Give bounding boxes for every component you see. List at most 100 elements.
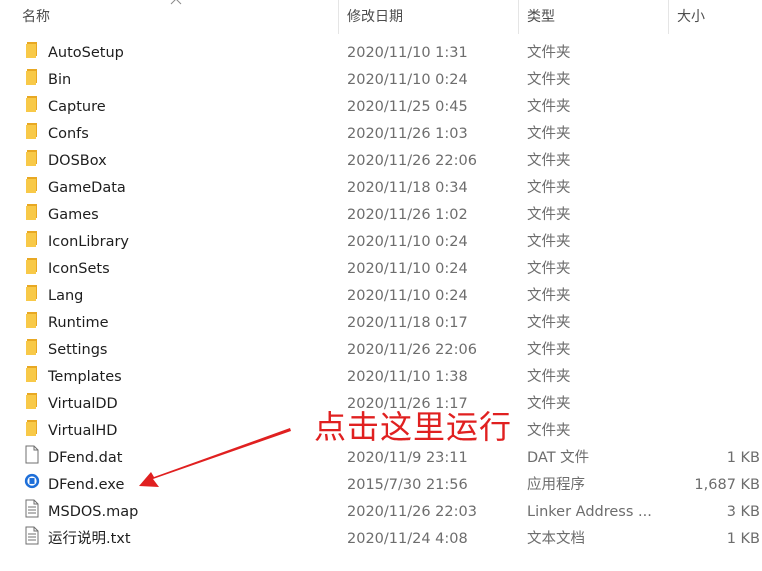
file-type: 文件夹 bbox=[527, 261, 571, 277]
file-row[interactable]: Lang 2020/11/10 0:24 文件夹 bbox=[0, 283, 762, 310]
file-type: 文件夹 bbox=[527, 396, 571, 412]
file-row[interactable]: GameData 2020/11/18 0:34 文件夹 bbox=[0, 175, 762, 202]
sort-ascending-icon bbox=[170, 0, 182, 5]
file-date: 2020/11/9 23:11 bbox=[347, 450, 468, 466]
file-row[interactable]: Templates 2020/11/10 1:38 文件夹 bbox=[0, 364, 762, 391]
file-date: 2020/11/18 0:34 bbox=[347, 180, 468, 196]
column-header-type[interactable]: 类型 bbox=[527, 0, 555, 34]
file-row[interactable]: 运行说明.txt 2020/11/24 4:08 文本文档 1 KB bbox=[0, 526, 762, 553]
file-row[interactable]: Bin 2020/11/10 0:24 文件夹 bbox=[0, 67, 762, 94]
file-row[interactable]: Games 2020/11/26 1:02 文件夹 bbox=[0, 202, 762, 229]
folder-icon bbox=[24, 121, 40, 148]
folder-icon bbox=[24, 202, 40, 229]
folder-icon bbox=[24, 40, 40, 67]
file-type: 文件夹 bbox=[527, 99, 571, 115]
file-type: 文件夹 bbox=[527, 72, 571, 88]
folder-icon bbox=[24, 148, 40, 175]
folder-icon bbox=[24, 364, 40, 391]
file-date: 2020/11/10 1:38 bbox=[347, 369, 468, 385]
file-row[interactable]: Capture 2020/11/25 0:45 文件夹 bbox=[0, 94, 762, 121]
file-type: DAT 文件 bbox=[527, 450, 590, 466]
file-name: VirtualHD bbox=[48, 423, 118, 439]
file-date: 2020/11/26 1:02 bbox=[347, 207, 468, 223]
file-name: GameData bbox=[48, 180, 126, 196]
file-row[interactable]: IconLibrary 2020/11/10 0:24 文件夹 bbox=[0, 229, 762, 256]
file-size: 1,687 KB bbox=[694, 477, 760, 493]
file-date: 2020/11/10 0:24 bbox=[347, 288, 468, 304]
file-name: DFend.exe bbox=[48, 477, 125, 493]
file-type: 文件夹 bbox=[527, 369, 571, 385]
file-type: 文件夹 bbox=[527, 288, 571, 304]
file-row[interactable]: AutoSetup 2020/11/10 1:31 文件夹 bbox=[0, 40, 762, 67]
file-date: 2020/11/26 1:03 bbox=[347, 126, 468, 142]
folder-icon bbox=[24, 67, 40, 94]
file-row[interactable]: DFend.dat 2020/11/9 23:11 DAT 文件 1 KB bbox=[0, 445, 762, 472]
column-divider[interactable] bbox=[668, 0, 669, 34]
file-name: 运行说明.txt bbox=[48, 531, 131, 547]
folder-icon bbox=[24, 337, 40, 364]
file-size: 1 KB bbox=[726, 450, 760, 466]
file-name: DFend.dat bbox=[48, 450, 123, 466]
file-row[interactable]: Confs 2020/11/26 1:03 文件夹 bbox=[0, 121, 762, 148]
file-name: Capture bbox=[48, 99, 106, 115]
column-divider[interactable] bbox=[518, 0, 519, 34]
file-name: VirtualDD bbox=[48, 396, 118, 412]
file-date: 2020/11/26 22:06 bbox=[347, 153, 477, 169]
file-date: 2020/11/10 1:31 bbox=[347, 45, 468, 61]
column-header-size[interactable]: 大小 bbox=[677, 0, 705, 34]
file-row[interactable]: Runtime 2020/11/18 0:17 文件夹 bbox=[0, 310, 762, 337]
file-type: 文件夹 bbox=[527, 342, 571, 358]
file-type: 文件夹 bbox=[527, 315, 571, 331]
file-name: Games bbox=[48, 207, 99, 223]
file-date: 2020/11/10 0:24 bbox=[347, 261, 468, 277]
file-name: IconLibrary bbox=[48, 234, 130, 250]
file-row[interactable]: IconSets 2020/11/10 0:24 文件夹 bbox=[0, 256, 762, 283]
file-row[interactable]: Settings 2020/11/26 22:06 文件夹 bbox=[0, 337, 762, 364]
file-size: 3 KB bbox=[726, 504, 760, 520]
folder-icon bbox=[24, 256, 40, 283]
folder-icon bbox=[24, 418, 40, 445]
file-date: 2015/7/30 21:56 bbox=[347, 477, 468, 493]
file-row[interactable]: MSDOS.map 2020/11/26 22:03 Linker Address … bbox=[0, 499, 762, 526]
file-name: IconSets bbox=[48, 261, 110, 277]
file-name: MSDOS.map bbox=[48, 504, 139, 520]
file-date: 2020/11/10 0:24 bbox=[347, 72, 468, 88]
file-row[interactable]: DOSBox 2020/11/26 22:06 文件夹 bbox=[0, 148, 762, 175]
file-date: 2020/11/26 22:03 bbox=[347, 504, 477, 520]
file-name: AutoSetup bbox=[48, 45, 124, 61]
column-header-name[interactable]: 名称 bbox=[22, 0, 50, 34]
file-size: 1 KB bbox=[726, 531, 760, 547]
file-date: 2020/11/10 0:24 bbox=[347, 234, 468, 250]
column-divider[interactable] bbox=[338, 0, 339, 34]
file-type: 文本文档 bbox=[527, 531, 585, 547]
folder-icon bbox=[24, 283, 40, 310]
file-type: 文件夹 bbox=[527, 180, 571, 196]
folder-icon bbox=[24, 391, 40, 418]
file-date: 2020/11/26 22:06 bbox=[347, 342, 477, 358]
file-date: 2020/11/18 0:17 bbox=[347, 315, 468, 331]
file-date: 2020/11/25 0:45 bbox=[347, 99, 468, 115]
file-type: 文件夹 bbox=[527, 45, 571, 61]
file-type: 文件夹 bbox=[527, 126, 571, 142]
text-file-icon bbox=[24, 499, 40, 526]
file-name: Confs bbox=[48, 126, 89, 142]
folder-icon bbox=[24, 229, 40, 256]
file-type: 文件夹 bbox=[527, 234, 571, 250]
file-name: DOSBox bbox=[48, 153, 107, 169]
annotation-label: 点击这里运行 bbox=[314, 408, 513, 446]
file-name: Templates bbox=[48, 369, 122, 385]
file-type: 文件夹 bbox=[527, 423, 571, 439]
blank-file-icon bbox=[24, 445, 40, 472]
text-file-icon bbox=[24, 526, 40, 553]
folder-icon bbox=[24, 94, 40, 121]
file-row[interactable]: DFend.exe 2015/7/30 21:56 应用程序 1,687 KB bbox=[0, 472, 762, 499]
file-type: 文件夹 bbox=[527, 153, 571, 169]
file-type: 文件夹 bbox=[527, 207, 571, 223]
file-name: Settings bbox=[48, 342, 108, 358]
column-header-date[interactable]: 修改日期 bbox=[347, 0, 403, 34]
file-name: Runtime bbox=[48, 315, 109, 331]
app-icon bbox=[24, 472, 40, 499]
folder-icon bbox=[24, 175, 40, 202]
file-list: AutoSetup 2020/11/10 1:31 文件夹 Bin 2020/11/10… bbox=[0, 40, 762, 553]
file-date: 2020/11/24 4:08 bbox=[347, 531, 468, 547]
